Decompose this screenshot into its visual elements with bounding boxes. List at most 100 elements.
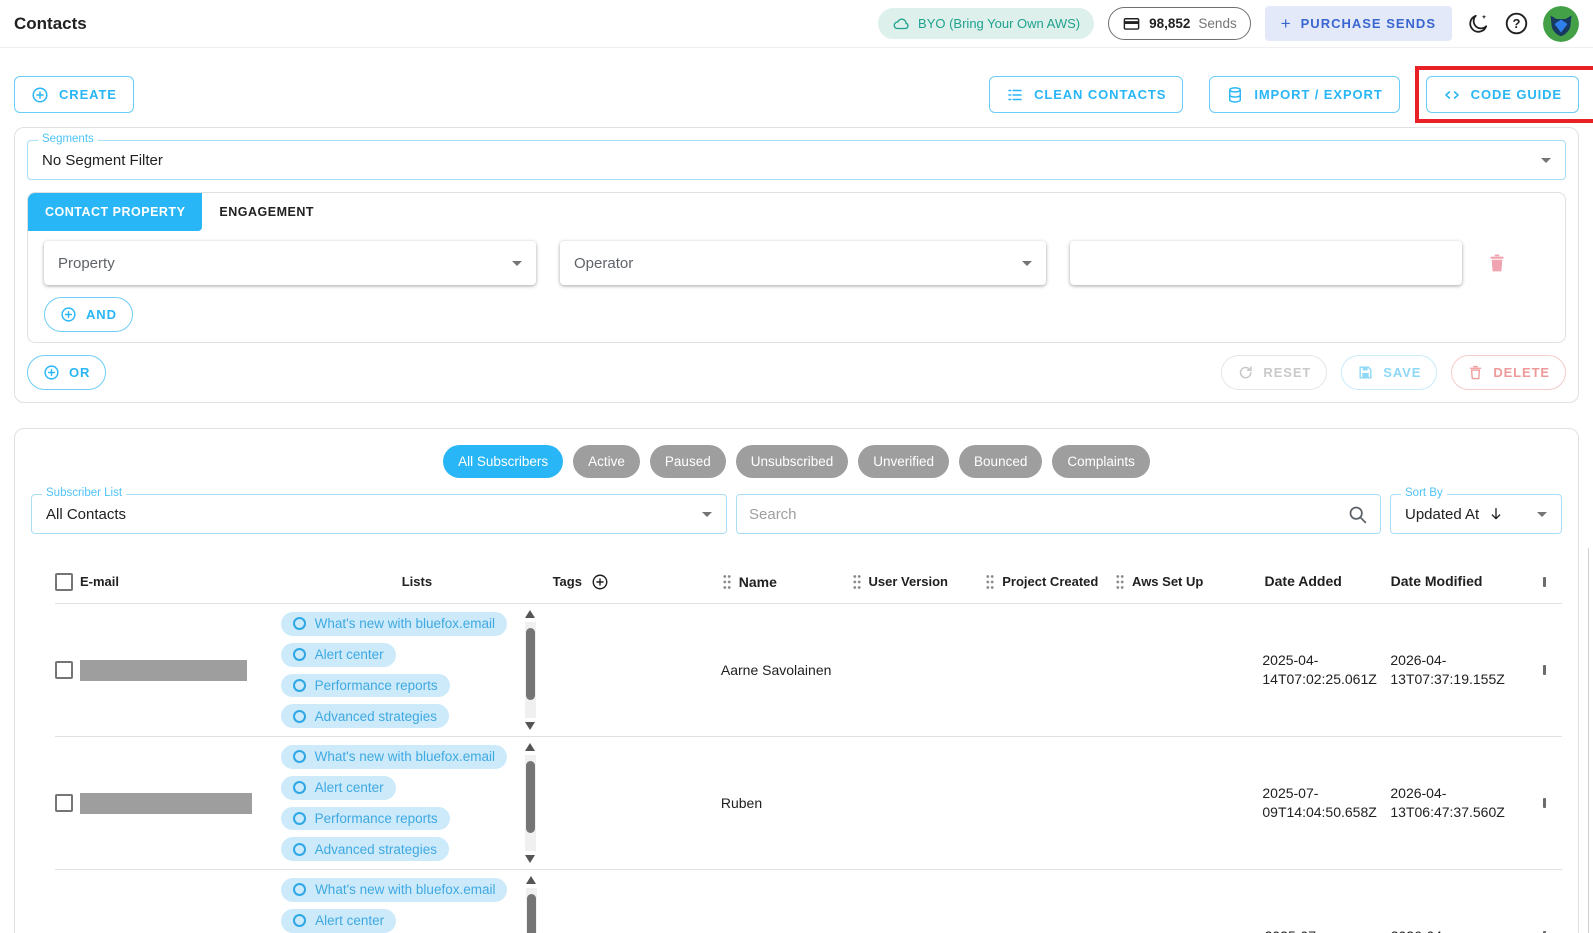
list-chip-performance-reports[interactable]: Performance reports (280, 673, 450, 698)
remove-condition-button[interactable] (1486, 252, 1508, 274)
column-header-project-created[interactable]: Project Created (985, 574, 1115, 590)
list-chip-what-s-new-with-bluefox-email[interactable]: What's new with bluefox.email (280, 612, 508, 636)
circle-icon (292, 709, 306, 723)
condition-card: CONTACT PROPERTY ENGAGEMENT Property Ope… (27, 192, 1566, 343)
scrollbar-thumb[interactable] (526, 628, 536, 700)
table-row: What's new with bluefox.email Alert cente… (55, 737, 1562, 870)
column-label: Tags (552, 574, 582, 589)
property-select[interactable]: Property (44, 241, 536, 285)
column-drag-handle[interactable] (852, 574, 862, 590)
scroll-up-arrow[interactable] (526, 876, 537, 884)
list-chip-alert-center[interactable]: Alert center (281, 908, 397, 933)
page-scrollbar-track[interactable] (1588, 548, 1589, 933)
import-export-button[interactable]: IMPORT / EXPORT (1209, 76, 1400, 113)
segments-select[interactable]: Segments No Segment Filter (27, 133, 1566, 180)
column-header-date-added[interactable]: Date Added (1265, 572, 1391, 591)
column-header-tags[interactable]: Tags (553, 573, 722, 591)
reset-segment-button[interactable]: RESET (1221, 355, 1328, 390)
sends-counter[interactable]: 98,852 Sends (1108, 7, 1251, 40)
column-header-aws-set-up[interactable]: Aws Set Up (1115, 574, 1264, 590)
status-chip-bounced[interactable]: Bounced (959, 445, 1043, 478)
list-chip-alert-center[interactable]: Alert center (280, 642, 396, 667)
user-avatar[interactable] (1543, 5, 1579, 42)
cut-column-mark (1542, 665, 1546, 675)
row-checkbox[interactable] (55, 794, 73, 812)
search-icon[interactable] (1347, 504, 1368, 525)
add-or-condition-button[interactable]: OR (27, 355, 107, 390)
dark-mode-toggle[interactable] (1466, 12, 1490, 36)
column-header-date-modified[interactable]: Date Modified (1391, 572, 1521, 591)
list-chip-label: Performance reports (314, 810, 438, 826)
column-drag-handle[interactable] (1115, 574, 1125, 590)
tab-contact-property[interactable]: CONTACT PROPERTY (28, 193, 203, 231)
lists-scrollbar[interactable] (524, 875, 539, 933)
search-input[interactable] (749, 505, 1347, 523)
actions-toolbar: CREATE CLEAN CONTACTS IMPORT / EXPORT CO… (0, 48, 1593, 123)
tab-engagement[interactable]: ENGAGEMENT (202, 193, 331, 231)
column-header-user-version[interactable]: User Version (852, 574, 986, 590)
app-header: Contacts BYO (Bring Your Own AWS) 98,852… (0, 0, 1593, 48)
list-chip-performance-reports[interactable]: Performance reports (280, 806, 450, 831)
status-chip-complaints[interactable]: Complaints (1052, 445, 1150, 478)
status-chip-unsubscribed[interactable]: Unsubscribed (735, 445, 849, 478)
column-header-e-mail[interactable]: E-mail (55, 572, 281, 591)
scroll-down-arrow[interactable] (525, 722, 536, 730)
segment-filter-panel: Segments No Segment Filter CONTACT PROPE… (14, 127, 1579, 403)
cut-column (1521, 560, 1562, 603)
list-chip-alert-center[interactable]: Alert center (280, 775, 396, 800)
column-label: Date Modified (1390, 573, 1483, 590)
contacts-table: E-mail Lists Tags Name User Version Project C… (31, 560, 1562, 933)
add-tag-button[interactable] (591, 573, 609, 591)
scroll-up-arrow[interactable] (525, 743, 536, 751)
arrow-down-icon[interactable] (1488, 506, 1504, 522)
column-label: User Version (868, 574, 949, 589)
code-guide-button[interactable]: CODE GUIDE (1425, 76, 1579, 113)
scroll-down-arrow[interactable] (525, 855, 536, 863)
lists-scrollbar[interactable] (523, 742, 538, 864)
drag-handle-icon (986, 574, 994, 589)
scroll-up-arrow[interactable] (525, 610, 536, 618)
clean-contacts-button[interactable]: CLEAN CONTACTS (989, 76, 1184, 113)
status-chip-active[interactable]: Active (573, 445, 640, 478)
list-chip-advanced-strategies[interactable]: Advanced strategies (280, 704, 449, 728)
list-chip-what-s-new-with-bluefox-email[interactable]: What's new with bluefox.email (280, 745, 508, 769)
select-all-checkbox[interactable] (55, 572, 73, 591)
cut-column-mark (1542, 798, 1546, 808)
cut-column (1521, 870, 1562, 933)
status-chip-unverified[interactable]: Unverified (858, 445, 950, 478)
lists-scrollbar[interactable] (523, 609, 538, 731)
create-button[interactable]: CREATE (14, 76, 134, 113)
table-row: What's new with bluefox.email Alert cente… (55, 604, 1562, 737)
plus-icon: + (1280, 13, 1292, 33)
column-drag-handle[interactable] (722, 574, 732, 590)
delete-segment-button[interactable]: DELETE (1451, 355, 1566, 390)
scrollbar-thumb[interactable] (526, 761, 536, 833)
operator-select[interactable]: Operator (560, 241, 1046, 285)
sends-count: 98,852 (1149, 16, 1191, 31)
subscriber-list-select[interactable]: Subscriber List All Contacts (31, 487, 727, 534)
byo-aws-chip[interactable]: BYO (Bring Your Own AWS) (878, 8, 1095, 39)
table-row: What's new with bluefox.email Alert cente… (55, 870, 1562, 933)
condition-value-input[interactable] (1070, 241, 1462, 285)
circle-icon (292, 648, 306, 662)
status-chip-paused[interactable]: Paused (649, 445, 726, 478)
sort-by-select[interactable]: Sort By Updated At (1390, 487, 1562, 534)
status-chip-all-subscribers[interactable]: All Subscribers (443, 445, 564, 478)
help-button[interactable]: ? (1504, 11, 1529, 36)
list-chip-advanced-strategies[interactable]: Advanced strategies (280, 837, 449, 861)
status-chip-row: All Subscribers Active Paused Unsubscribed U… (31, 445, 1562, 478)
purchase-sends-button[interactable]: + PURCHASE SENDS (1264, 6, 1452, 41)
scrollbar-thumb[interactable] (527, 894, 537, 933)
add-and-condition-button[interactable]: AND (44, 297, 133, 332)
column-header-lists[interactable]: Lists (281, 560, 552, 603)
column-label: E-mail (80, 574, 120, 589)
row-checkbox[interactable] (55, 661, 73, 679)
name-cell: Aarne Savolainen (720, 662, 832, 678)
column-drag-handle[interactable] (985, 574, 995, 590)
chevron-down-icon (702, 511, 712, 517)
column-header-name[interactable]: Name (722, 574, 852, 590)
trash-icon (1490, 254, 1504, 272)
save-segment-button[interactable]: SAVE (1341, 355, 1438, 390)
list-chip-what-s-new-with-bluefox-email[interactable]: What's new with bluefox.email (281, 878, 508, 902)
moon-icon (1469, 14, 1488, 33)
